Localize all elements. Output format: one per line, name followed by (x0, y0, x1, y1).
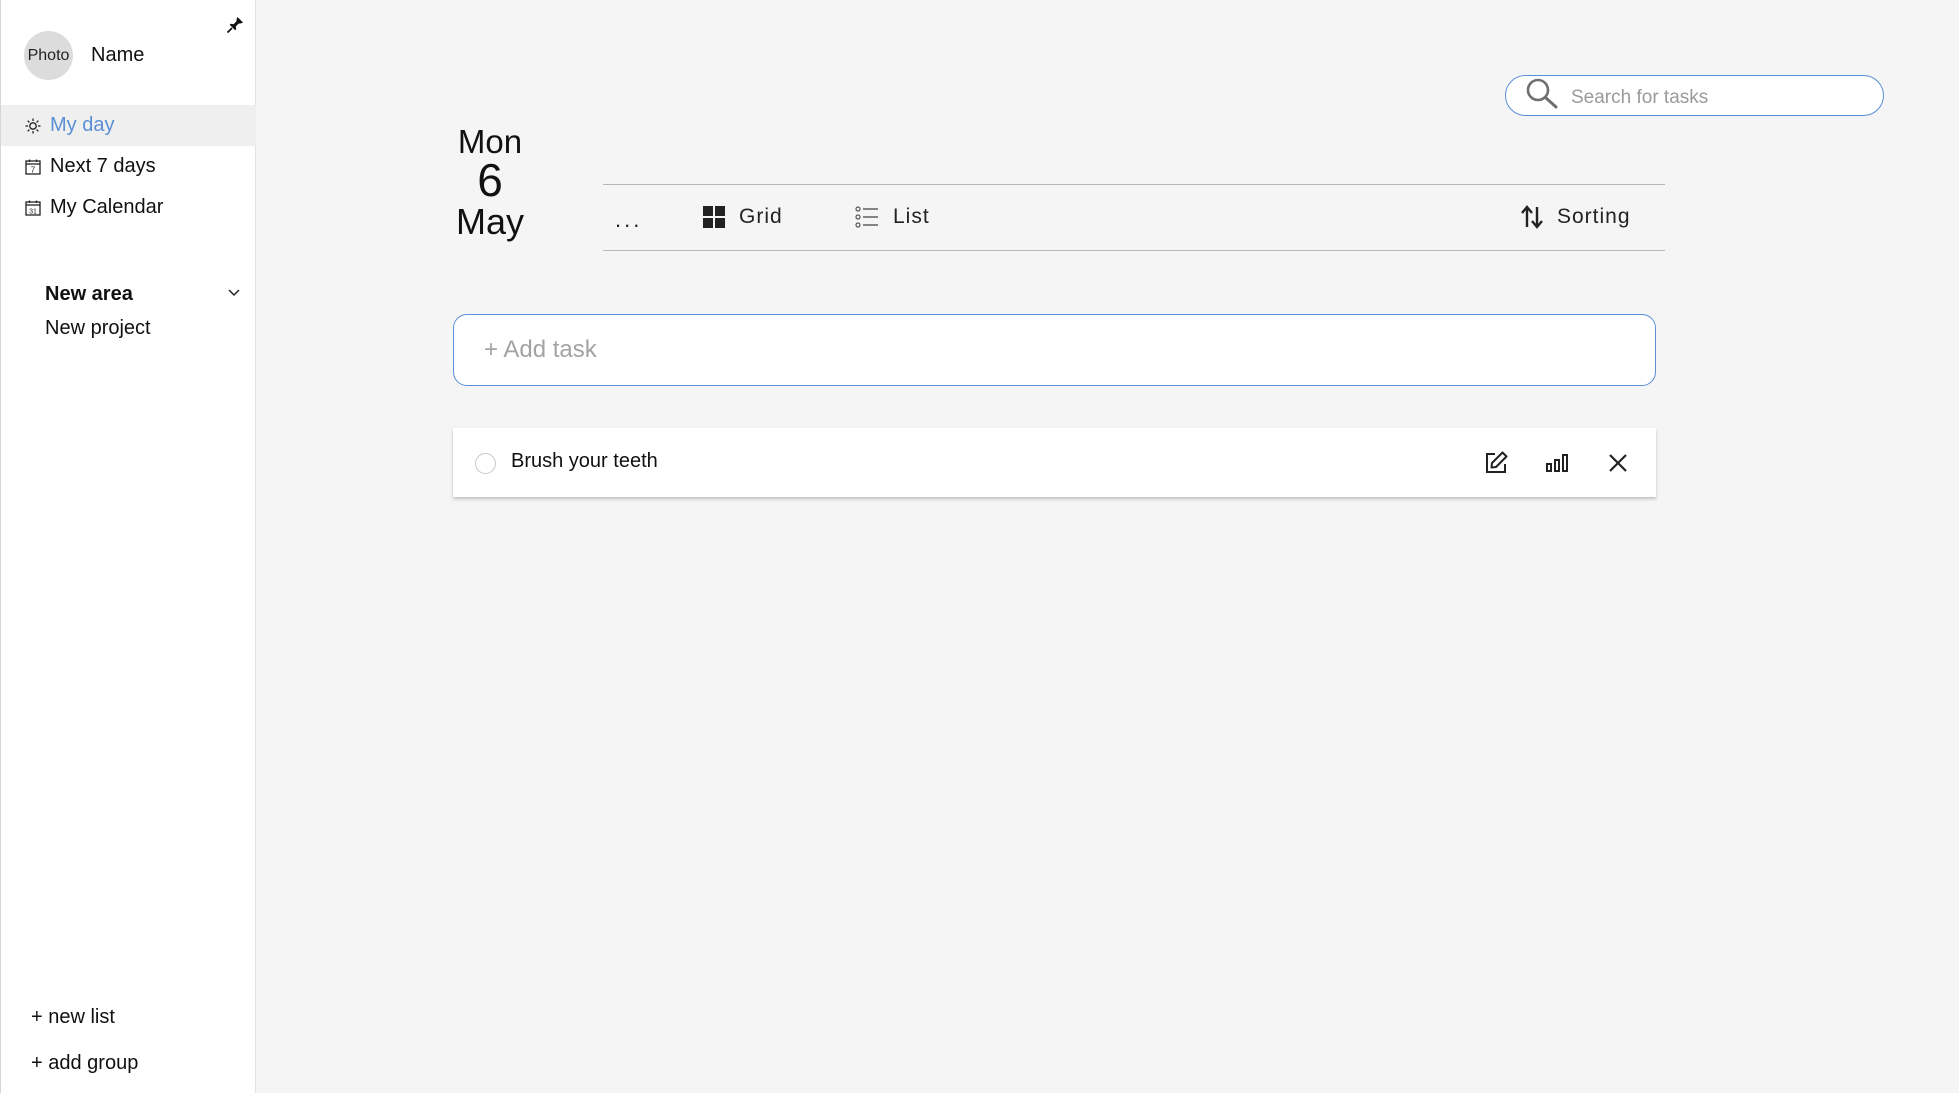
edit-icon[interactable] (1483, 450, 1509, 476)
search-input[interactable] (1571, 86, 1871, 109)
sidebar-item-my-day[interactable]: My day (1, 105, 256, 146)
date-display: Mon 6 May (440, 124, 540, 244)
avatar: Photo (24, 31, 73, 80)
close-icon[interactable] (1605, 450, 1631, 476)
sidebar-nav: My day 7 Next 7 days 31 My Calendar (1, 105, 256, 228)
search-icon (1525, 77, 1559, 114)
add-task-input[interactable] (484, 336, 1655, 364)
view-toolbar: ... Grid List Sorting (603, 184, 1665, 251)
more-options-button[interactable]: ... (615, 207, 642, 233)
sidebar-item-my-calendar[interactable]: 31 My Calendar (1, 187, 256, 228)
area-group: New area New project (45, 278, 241, 344)
stats-icon[interactable] (1544, 450, 1570, 476)
area-header[interactable]: New area (45, 278, 241, 310)
calendar-7-icon: 7 (25, 159, 41, 175)
sorting-button[interactable]: Sorting (1521, 205, 1631, 229)
sidebar: Photo Name My day 7 Next 7 days 31 My Ca… (0, 0, 256, 1093)
grid-icon (703, 206, 725, 228)
profile[interactable]: Photo Name (24, 31, 144, 80)
new-list-button[interactable]: + new list (31, 1006, 115, 1029)
profile-name: Name (91, 44, 145, 66)
area-title: New area (45, 282, 133, 305)
sort-arrows-icon (1521, 205, 1543, 229)
chevron-down-icon[interactable] (227, 285, 241, 303)
list-view-label: List (893, 205, 930, 228)
list-icon (855, 206, 879, 228)
date-day: 6 (477, 154, 503, 206)
grid-view-label: Grid (739, 205, 783, 228)
pin-icon[interactable] (225, 15, 245, 35)
svg-text:7: 7 (31, 165, 36, 174)
sun-icon (25, 118, 41, 134)
date-month: May (455, 201, 524, 242)
sidebar-item-label: Next 7 days (50, 155, 156, 177)
list-view-button[interactable]: List (855, 205, 930, 229)
svg-text:31: 31 (29, 208, 37, 215)
grid-view-button[interactable]: Grid (703, 205, 783, 229)
sidebar-item-label: My Calendar (50, 196, 164, 218)
search-box[interactable] (1505, 75, 1884, 116)
sorting-label: Sorting (1557, 205, 1631, 228)
sidebar-item-next-7-days[interactable]: 7 Next 7 days (1, 146, 256, 187)
project-item[interactable]: New project (45, 312, 241, 344)
task-title: Brush your teeth (511, 450, 658, 472)
task-checkbox[interactable] (475, 453, 496, 474)
task-card[interactable]: Brush your teeth (453, 428, 1656, 497)
add-group-button[interactable]: + add group (31, 1052, 138, 1075)
add-task-box[interactable] (453, 314, 1656, 386)
calendar-31-icon: 31 (25, 200, 41, 216)
sidebar-item-label: My day (50, 114, 115, 136)
app: Photo Name My day 7 Next 7 days 31 My Ca… (0, 0, 1959, 1093)
